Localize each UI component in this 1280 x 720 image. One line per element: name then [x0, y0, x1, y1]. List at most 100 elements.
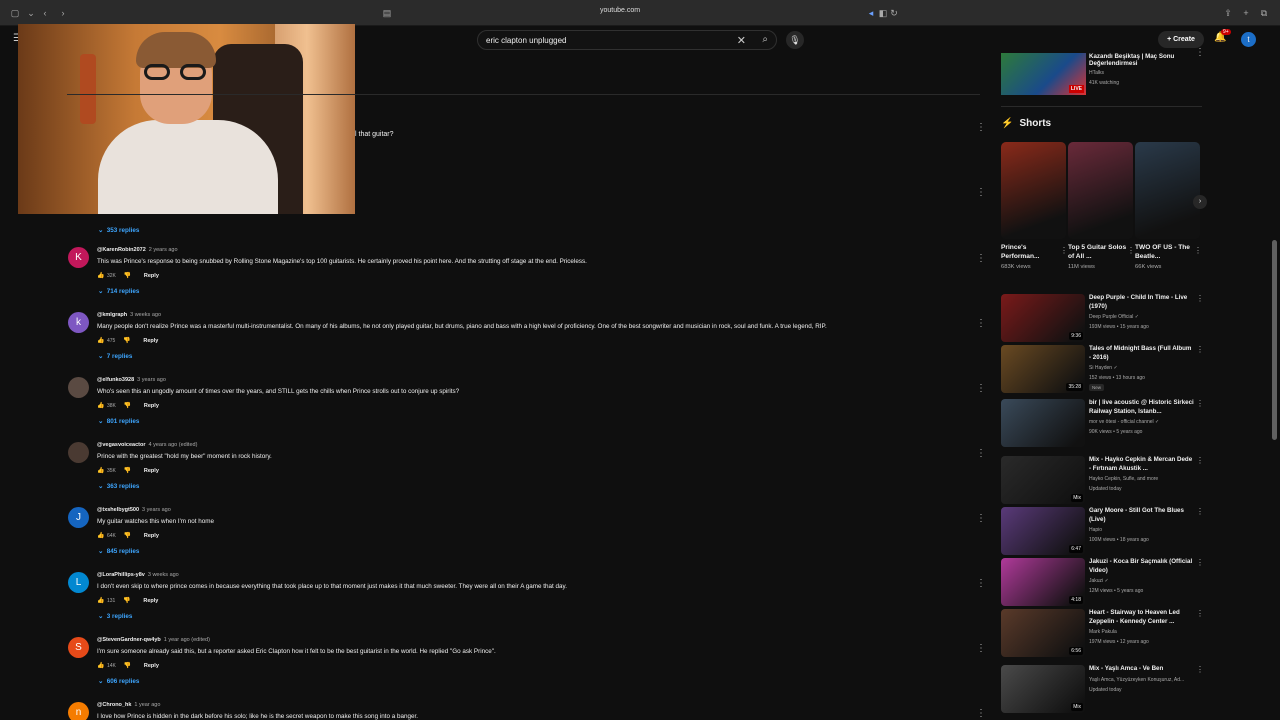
search-icon[interactable]: ⌕	[762, 34, 768, 45]
like-icon[interactable]: 👍	[97, 662, 105, 669]
reply-button[interactable]: Reply	[144, 273, 159, 279]
dislike-icon[interactable]: 👎	[124, 662, 132, 669]
short-thumbnail[interactable]	[1068, 142, 1133, 239]
more-icon[interactable]: ⋮	[976, 643, 986, 654]
comment-author[interactable]: @vegasvoiceactor	[97, 442, 145, 448]
comment-author[interactable]: @elfunko3928	[97, 377, 134, 383]
like-icon[interactable]: 👍	[97, 272, 105, 279]
commenter-avatar[interactable]: J	[68, 507, 89, 528]
comment-author[interactable]: @Chrono_hk	[97, 702, 131, 708]
comment-time[interactable]: 2 years ago	[149, 247, 178, 253]
sidebar-toggle-icon[interactable]: ▢	[10, 8, 20, 18]
short-title[interactable]: Prince's Performan...	[1001, 244, 1066, 262]
video-title[interactable]: Mix - Yaşlı Amca - Ve Ben	[1089, 665, 1195, 674]
dislike-icon[interactable]: 👎	[124, 272, 132, 279]
short-thumbnail[interactable]	[1001, 142, 1066, 239]
channel-name[interactable]: Jakuzi ✓	[1089, 578, 1109, 584]
more-icon[interactable]: ⋮	[1196, 294, 1204, 303]
reader-icon[interactable]: ▤	[382, 8, 392, 18]
recommended-video[interactable]: 4:18 Jakuzi - Koca Bir Saçmalık (Official…	[1001, 558, 1204, 608]
video-thumbnail[interactable]: 6:56	[1001, 609, 1085, 657]
video-thumbnail[interactable]	[1001, 399, 1085, 447]
comment-time[interactable]: 3 weeks ago	[130, 312, 161, 318]
new-tab-icon[interactable]: +	[1241, 8, 1251, 18]
commenter-avatar[interactable]: K	[68, 247, 89, 268]
channel-name[interactable]: Mark Pakula	[1089, 629, 1117, 635]
dislike-icon[interactable]: 👎	[124, 402, 132, 409]
replies-toggle[interactable]: ⌄ 845 replies	[98, 548, 139, 555]
recommended-video[interactable]: bir | live acoustic @ Historic Sirkeci R…	[1001, 399, 1204, 449]
more-icon[interactable]: ⋮	[976, 513, 986, 524]
replies-toggle[interactable]: ⌄ 363 replies	[98, 483, 139, 490]
reply-button[interactable]: Reply	[143, 338, 158, 344]
create-button[interactable]: + Create	[1158, 31, 1204, 48]
more-icon[interactable]: ⋮	[1060, 246, 1068, 255]
more-icon[interactable]: ⋮	[976, 318, 986, 329]
like-icon[interactable]: 👍	[97, 337, 105, 344]
more-icon[interactable]: ⋮	[1196, 456, 1204, 465]
video-title[interactable]: Gary Moore - Still Got The Blues (Live)	[1089, 507, 1195, 524]
short-card[interactable]: Prince's Performan... 683K views ⋮	[1001, 142, 1068, 270]
scrollbar[interactable]	[1272, 240, 1277, 440]
chevron-down-icon[interactable]: ⌄	[26, 8, 36, 18]
recommended-video[interactable]: 6:56 Heart - Stairway to Heaven Led Zeppe…	[1001, 609, 1204, 659]
comment-author[interactable]: @StevenGardner-qw4yb	[97, 637, 161, 643]
more-icon[interactable]: ⋮	[1196, 507, 1204, 516]
back-icon[interactable]: ‹	[40, 8, 50, 18]
more-icon[interactable]: ⋮	[976, 253, 986, 264]
more-icon[interactable]: ⋮	[1127, 246, 1135, 255]
comment-author[interactable]: @KarenRobin2072	[97, 247, 146, 253]
short-thumbnail[interactable]	[1135, 142, 1200, 239]
reply-button[interactable]: Reply	[144, 403, 159, 409]
dislike-icon[interactable]: 👎	[124, 467, 132, 474]
more-icon[interactable]: ⋮	[976, 383, 986, 394]
comment-time[interactable]: 3 years ago	[137, 377, 166, 383]
commenter-avatar[interactable]	[68, 377, 89, 398]
recommended-video[interactable]: 6:47 Gary Moore - Still Got The Blues (Li…	[1001, 507, 1204, 557]
replies-toggle[interactable]: ⌄ 3 replies	[98, 613, 132, 620]
share-icon[interactable]: ⇪	[1223, 8, 1233, 18]
recommended-video[interactable]: Mix Mix - Yaşlı Amca - Ve Ben Yaşlı Amca, …	[1001, 665, 1204, 715]
short-card[interactable]: Top 5 Guitar Solos of All ... 11M views ⋮	[1068, 142, 1135, 270]
channel-name[interactable]: Hapio	[1089, 527, 1102, 533]
search-input[interactable]: eric clapton unplugged	[486, 36, 567, 45]
more-icon[interactable]: ⋮	[976, 448, 986, 459]
video-thumbnail[interactable]: Mix	[1001, 665, 1085, 713]
video-thumbnail[interactable]: LIVE	[1001, 53, 1086, 95]
more-icon[interactable]: ⋮	[1196, 399, 1204, 408]
replies-toggle[interactable]: ⌄ 714 replies	[98, 288, 139, 295]
like-icon[interactable]: 👍	[97, 597, 105, 604]
channel-name[interactable]: mor ve ötesi - official channel ✓	[1089, 419, 1159, 425]
comment-time[interactable]: 4 years ago (edited)	[148, 442, 197, 448]
commenter-avatar[interactable]: L	[68, 572, 89, 593]
recommended-video[interactable]: 35:28 Tales of Midnight Bass (Full Album …	[1001, 345, 1204, 395]
comment-author[interactable]: @LoraPhillips-y8v	[97, 572, 145, 578]
account-avatar[interactable]: t	[1241, 32, 1256, 47]
search-box[interactable]: eric clapton unplugged ✕ ⌕	[477, 30, 777, 50]
more-icon[interactable]: ⋮	[1194, 246, 1202, 255]
clear-search-icon[interactable]: ✕	[737, 34, 746, 47]
forward-icon[interactable]: ›	[58, 8, 68, 18]
video-title[interactable]: Tales of Midnight Bass (Full Album - 201…	[1089, 345, 1195, 362]
video-title[interactable]: bir | live acoustic @ Historic Sirkeci R…	[1089, 399, 1195, 416]
more-icon[interactable]: ⋮	[1195, 47, 1205, 58]
tab-overview-icon[interactable]: ⧉	[1259, 8, 1269, 18]
channel-name[interactable]: Deep Purple Official ✓	[1089, 314, 1139, 320]
commenter-avatar[interactable]: n	[68, 702, 89, 720]
like-icon[interactable]: 👍	[97, 467, 105, 474]
dislike-icon[interactable]: 👎	[123, 597, 131, 604]
comment-time[interactable]: 1 year ago	[134, 702, 160, 708]
video-title[interactable]: Kazandı Beşiktaş | Maç Sonu Değerlendirm…	[1089, 53, 1201, 67]
video-title[interactable]: Heart - Stairway to Heaven Led Zeppelin …	[1089, 609, 1195, 626]
video-thumbnail[interactable]: 4:18	[1001, 558, 1085, 606]
commenter-avatar[interactable]	[68, 442, 89, 463]
comment-time[interactable]: 1 year ago (edited)	[164, 637, 210, 643]
dislike-icon[interactable]: 👎	[123, 337, 131, 344]
replies-toggle[interactable]: ⌄ 801 replies	[98, 418, 139, 425]
comment-time[interactable]: 3 years ago	[142, 507, 171, 513]
reply-button[interactable]: Reply	[144, 468, 159, 474]
channel-name[interactable]: HTalks	[1089, 70, 1104, 76]
reply-button[interactable]: Reply	[144, 663, 159, 669]
video-title[interactable]: Mix - Hayko Cepkin & Mercan Dede - Fırtı…	[1089, 456, 1195, 473]
video-title[interactable]: Jakuzi - Koca Bir Saçmalık (Official Vid…	[1089, 558, 1195, 575]
